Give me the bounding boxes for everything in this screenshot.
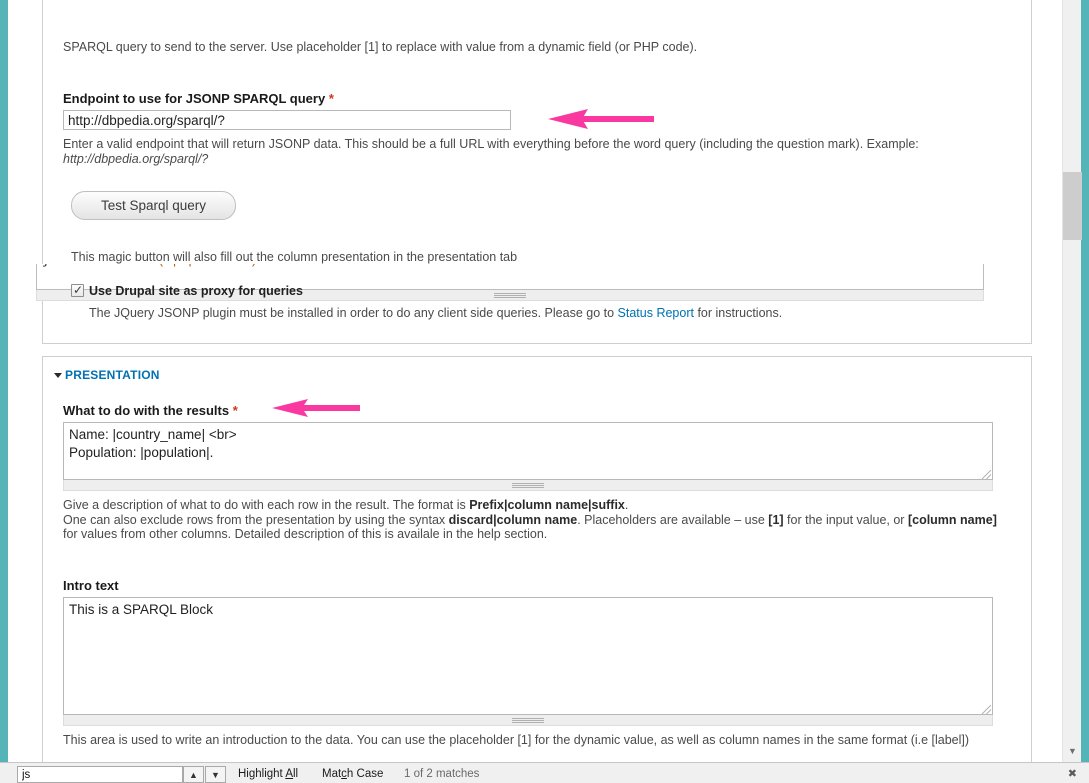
intro-textarea-grippie[interactable] — [63, 715, 993, 726]
results-label-text: What to do with the results — [63, 403, 230, 418]
intro-text-label: Intro text — [63, 578, 119, 593]
checkmark-icon: ✓ — [73, 283, 84, 297]
endpoint-label: Endpoint to use for JSONP SPARQL query * — [63, 91, 334, 106]
results-desc-l2f: [column name] — [907, 512, 997, 527]
window-left-edge — [0, 0, 8, 762]
endpoint-required-marker: * — [328, 91, 334, 106]
page-viewport: } ORDER BY DESC(?population) SPARQL quer… — [8, 0, 1062, 762]
results-desc-l1b: Prefix — [469, 498, 504, 512]
proxy-checkbox-label[interactable]: Use Drupal site as proxy for queries — [89, 284, 303, 298]
results-desc-l2c: . Placeholders are available – use — [577, 512, 769, 527]
intro-textarea[interactable] — [63, 597, 993, 715]
presentation-legend-label: PRESENTATION — [65, 368, 160, 382]
results-textarea-resize-corner[interactable] — [982, 470, 991, 479]
proxy-checkbox[interactable]: ✓ — [71, 283, 84, 297]
window-right-edge — [1081, 0, 1089, 762]
endpoint-description: Enter a valid endpoint that will return … — [63, 137, 973, 167]
proxy-description: The JQuery JSONP plugin must be installe… — [89, 306, 989, 321]
results-desc-l2b: discard|column name — [448, 512, 578, 527]
proxy-description-after: for instructions. — [693, 306, 783, 320]
highlight-all-post: ll — [292, 768, 299, 780]
status-report-link[interactable]: Status Report — [618, 306, 694, 320]
results-textarea-grippie[interactable] — [63, 480, 993, 491]
match-case-pre: Mat — [322, 768, 342, 780]
results-desc-l1f: suffix — [591, 498, 625, 512]
annotation-arrow-endpoint — [548, 109, 654, 129]
results-desc-l2d: [1] — [768, 512, 784, 527]
results-desc-l2g: for values from other columns. Detailed … — [63, 527, 548, 541]
results-desc-l2a: One can also exclude rows from the prese… — [63, 512, 449, 527]
scrollbar-thumb[interactable] — [1063, 172, 1082, 240]
intro-textarea-resize-corner[interactable] — [982, 705, 991, 714]
presentation-legend-toggle[interactable]: PRESENTATION — [54, 368, 160, 382]
find-previous-button[interactable]: ▲ — [183, 766, 204, 783]
results-required-marker: * — [232, 403, 238, 418]
endpoint-input[interactable] — [63, 110, 511, 130]
page-scrollbar-vertical[interactable]: ▼ — [1062, 0, 1082, 762]
match-case-post: h Case — [346, 768, 384, 780]
results-desc-l1g: . — [624, 498, 629, 512]
proxy-description-before: The JQuery JSONP plugin must be installe… — [89, 306, 618, 320]
results-desc-l1d: column name — [507, 498, 589, 512]
endpoint-description-line1: Enter a valid endpoint that will return … — [63, 137, 919, 151]
match-case-button[interactable]: Match Case — [322, 768, 383, 780]
find-close-icon[interactable]: ✖ — [1068, 767, 1077, 780]
highlight-all-pre: Highlight — [238, 768, 286, 780]
results-desc-l1a: Give a description of what to do with ea… — [63, 498, 470, 512]
code-token-brace: } — [42, 264, 50, 268]
results-desc-l2e: for the input value, or — [783, 512, 908, 527]
find-bar: ▲ ▼ Highlight All Match Case 1 of 2 matc… — [0, 762, 1089, 783]
intro-description: This area is used to write an introducti… — [63, 733, 970, 747]
scroll-down-arrow-icon[interactable]: ▼ — [1063, 744, 1082, 758]
browser-window: } ORDER BY DESC(?population) SPARQL quer… — [0, 0, 1089, 783]
sparql-query-description: SPARQL query to send to the server. Use … — [63, 40, 698, 54]
test-sparql-query-button[interactable]: Test Sparql query — [71, 191, 236, 220]
results-label: What to do with the results * — [63, 403, 238, 418]
highlight-all-button[interactable]: Highlight All — [238, 768, 298, 780]
annotation-arrow-results — [272, 399, 360, 417]
results-description: Give a description of what to do with ea… — [63, 498, 1008, 542]
magic-button-note: This magic button will also fill out the… — [71, 250, 518, 264]
find-match-count: 1 of 2 matches — [404, 768, 480, 780]
results-textarea[interactable] — [63, 422, 993, 480]
endpoint-description-example: http://dbpedia.org/sparql/? — [63, 152, 209, 166]
endpoint-label-text: Endpoint to use for JSONP SPARQL query — [63, 91, 326, 106]
chevron-down-icon — [54, 373, 62, 378]
find-next-button[interactable]: ▼ — [205, 766, 226, 783]
highlight-all-accel: A — [285, 768, 293, 780]
find-input[interactable] — [17, 766, 183, 783]
